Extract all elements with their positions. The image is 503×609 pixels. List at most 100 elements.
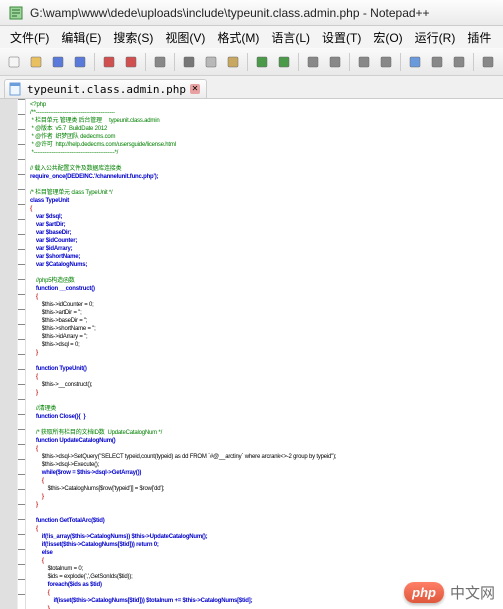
code-line: [30, 269, 499, 277]
window-title: G:\wamp\www\dede\uploads\include\typeuni…: [30, 6, 430, 20]
menu-4[interactable]: 格式(M): [211, 27, 265, 48]
toolbar-separator: [298, 53, 299, 71]
fold-gutter[interactable]: [18, 99, 26, 609]
tab-close-icon[interactable]: ✕: [190, 84, 200, 94]
code-line: var $CatalogNums;: [30, 261, 499, 269]
bookmark-gutter: [0, 99, 18, 609]
code-line: {: [30, 445, 499, 453]
code-line: //清理类: [30, 405, 499, 413]
code-line: {: [30, 525, 499, 533]
indent-icon[interactable]: [478, 52, 498, 72]
code-line: {: [30, 373, 499, 381]
menu-9[interactable]: 插件: [461, 27, 497, 48]
code-line: function __construct(): [30, 285, 499, 293]
code-line: function Close(){ }: [30, 413, 499, 421]
code-line: function GetTotalArc($tid): [30, 517, 499, 525]
code-line: var $baseDir;: [30, 229, 499, 237]
new-icon[interactable]: [4, 52, 24, 72]
print-icon[interactable]: [150, 52, 170, 72]
code-line: $this->CatalogNums[$row['typeid']] = $ro…: [30, 485, 499, 493]
toolbar-separator: [145, 53, 146, 71]
show-all-icon[interactable]: [449, 52, 469, 72]
toolbar-separator: [473, 53, 474, 71]
code-line: * @许可 http://help.dedecms.com/usersguide…: [30, 141, 499, 149]
app-icon: [8, 5, 24, 21]
menu-1[interactable]: 编辑(E): [55, 27, 107, 48]
code-line: *---------------------------------------…: [30, 149, 499, 157]
code-line: }: [30, 501, 499, 509]
replace-icon[interactable]: [325, 52, 345, 72]
code-line: }: [30, 493, 499, 501]
code-line: [30, 357, 499, 365]
close-all-icon[interactable]: [121, 52, 141, 72]
watermark: php 中文网: [404, 582, 495, 603]
code-line: [30, 397, 499, 405]
save-all-icon[interactable]: [70, 52, 90, 72]
php-badge: php: [404, 582, 444, 603]
cut-icon[interactable]: [179, 52, 199, 72]
code-line: /* 获取所有栏目的文档ID数 UpdateCatalogNum */: [30, 429, 499, 437]
code-line: * @作者 织梦团队 dedecms.com: [30, 133, 499, 141]
save-icon[interactable]: [48, 52, 68, 72]
toolbar-separator: [94, 53, 95, 71]
menu-0[interactable]: 文件(F): [4, 27, 55, 48]
copy-icon[interactable]: [201, 52, 221, 72]
code-area[interactable]: <?php/**--------------------------------…: [26, 99, 503, 609]
php-file-icon: [9, 82, 23, 96]
code-line: if(!is_array($this->CatalogNums)) $this-…: [30, 533, 499, 541]
paste-icon[interactable]: [223, 52, 243, 72]
code-line: if(!isset($this->CatalogNums[$tid])) ret…: [30, 541, 499, 549]
zoom-out-icon[interactable]: [376, 52, 396, 72]
code-line: while($row = $this->dsql->GetArray()): [30, 469, 499, 477]
zoom-in-icon[interactable]: [354, 52, 374, 72]
editor[interactable]: <?php/**--------------------------------…: [0, 98, 503, 609]
code-line: require_once(DEDEINC.'/channelunit.func.…: [30, 173, 499, 181]
redo-icon[interactable]: [274, 52, 294, 72]
code-line: {: [30, 477, 499, 485]
menu-8[interactable]: 运行(R): [409, 27, 462, 48]
code-line: }: [30, 349, 499, 357]
file-tab[interactable]: typeunit.class.admin.php ✕: [4, 79, 207, 98]
code-line: <?php: [30, 101, 499, 109]
code-line: $ids = explode(',',GetSonIds($tid));: [30, 573, 499, 581]
code-line: [30, 157, 499, 165]
code-line: function TypeUnit(): [30, 365, 499, 373]
code-line: * 栏目单元 管理类 后台管理 typeunit.class.admin: [30, 117, 499, 125]
code-line: {: [30, 205, 499, 213]
code-line: $this->dsql = 0;: [30, 341, 499, 349]
undo-icon[interactable]: [252, 52, 272, 72]
code-line: else: [30, 549, 499, 557]
code-line: $this->dsql->Execute();: [30, 461, 499, 469]
code-line: [30, 421, 499, 429]
toolbar-separator: [247, 53, 248, 71]
menu-3[interactable]: 视图(V): [159, 27, 211, 48]
close-icon[interactable]: [99, 52, 119, 72]
code-line: var $idCounter;: [30, 237, 499, 245]
sync-icon[interactable]: [405, 52, 425, 72]
toolbar-separator: [349, 53, 350, 71]
code-line: * @版本 v5.7 BuildDate 2012: [30, 125, 499, 133]
toolbar-separator: [400, 53, 401, 71]
code-line: {: [30, 293, 499, 301]
code-line: {: [30, 557, 499, 565]
open-icon[interactable]: [26, 52, 46, 72]
code-line: $this->baseDir = '';: [30, 317, 499, 325]
menu-5[interactable]: 语言(L): [265, 27, 316, 48]
code-line: function UpdateCatalogNum(): [30, 437, 499, 445]
menu-7[interactable]: 宏(O): [367, 27, 408, 48]
menu-2[interactable]: 搜索(S): [107, 27, 159, 48]
code-line: [30, 181, 499, 189]
code-line: $totalnum = 0;: [30, 565, 499, 573]
code-line: $this->dsql->SetQuery("SELECT typeid,cou…: [30, 453, 499, 461]
code-line: var $artDir;: [30, 221, 499, 229]
code-line: $this->idArrary = '';: [30, 333, 499, 341]
find-icon[interactable]: [303, 52, 323, 72]
code-line: /**-------------------------------------…: [30, 109, 499, 117]
menu-6[interactable]: 设置(T): [316, 27, 367, 48]
code-line: class TypeUnit: [30, 197, 499, 205]
wrap-icon[interactable]: [427, 52, 447, 72]
code-line: var $idArrary;: [30, 245, 499, 253]
code-line: }: [30, 389, 499, 397]
code-line: $this->shortName = '';: [30, 325, 499, 333]
toolbar-separator: [174, 53, 175, 71]
